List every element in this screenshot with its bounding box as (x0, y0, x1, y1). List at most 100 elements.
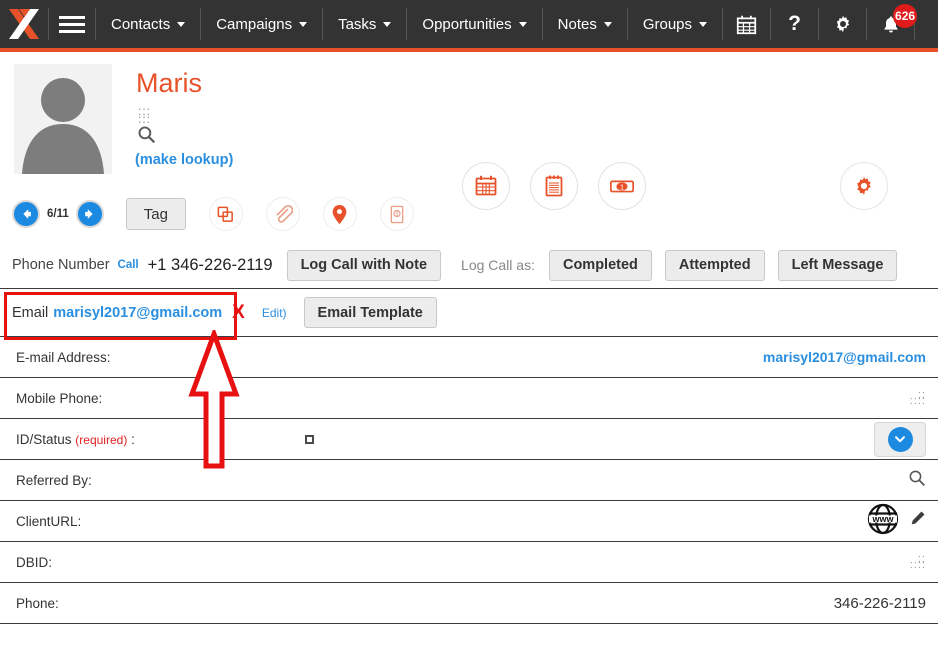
settings-gear-icon[interactable] (819, 0, 866, 48)
nav-item-campaigns[interactable]: Campaigns (201, 0, 322, 48)
chevron-down-icon (299, 22, 307, 27)
help-icon[interactable]: ? (771, 0, 818, 48)
field-row-id-status: ID/Status (required) : (0, 419, 938, 460)
paperclip-icon (273, 204, 293, 224)
field-row-phone: Phone: 346-226-2119 (0, 583, 938, 624)
avatar-silhouette-icon (14, 64, 112, 174)
chevron-down-icon (888, 427, 913, 452)
field-value-placeholder-dots[interactable]: :::::: (910, 392, 926, 404)
field-label: ID/Status (required) : (16, 432, 135, 447)
chevron-down-icon (177, 22, 185, 27)
field-label: ClientURL: (16, 514, 81, 529)
nav-item-tasks[interactable]: Tasks (323, 0, 406, 48)
svg-text:www: www (871, 514, 894, 524)
hamburger-bar (59, 23, 85, 26)
duplicate-contact-icon[interactable] (209, 197, 243, 231)
nav-item-groups[interactable]: Groups (628, 0, 722, 48)
nav-label: Tasks (338, 16, 376, 33)
www-globe-icon: www (867, 503, 899, 535)
field-value-email-address[interactable]: marisyl2017@gmail.com (763, 349, 926, 365)
chevron-down-icon (519, 22, 527, 27)
field-row-email-address: E-mail Address: marisyl2017@gmail.com (0, 337, 938, 378)
log-call-completed-button[interactable]: Completed (549, 250, 652, 281)
remove-email-icon[interactable]: X (232, 302, 245, 324)
nav-item-notes[interactable]: Notes (543, 0, 627, 48)
gear-glyph (833, 14, 853, 34)
record-counter: 6/11 (47, 208, 69, 220)
chevron-down-icon (383, 22, 391, 27)
attempted-label: Attempted (679, 257, 751, 273)
attach-file-icon[interactable] (266, 197, 300, 231)
field-label: E-mail Address: (16, 350, 111, 365)
email-address-link[interactable]: marisyl2017@gmail.com (53, 305, 222, 321)
arrow-right-icon (83, 207, 97, 221)
hamburger-menu-icon[interactable] (49, 0, 95, 48)
chevron-down-icon (604, 22, 612, 27)
keap-x-logo[interactable] (0, 0, 48, 48)
required-marker: (required) (75, 433, 127, 447)
nav-label: Notes (558, 16, 597, 33)
edit-email-link[interactable]: Edit) (262, 306, 287, 320)
referred-by-search-icon[interactable] (908, 469, 926, 492)
field-row-referred-by: Referred By: (0, 460, 938, 501)
search-icon[interactable] (137, 125, 156, 149)
call-link[interactable]: Call (118, 259, 139, 271)
pencil-icon (909, 510, 926, 527)
nav-label: Contacts (111, 16, 170, 33)
fax-document-icon[interactable] (380, 197, 414, 231)
phone-number-row: Phone Number Call +1 346-226-2119 Log Ca… (0, 242, 938, 289)
calendar-glyph (736, 14, 757, 35)
field-value-phone: 346-226-2119 (834, 595, 926, 612)
nav-label: Opportunities (422, 16, 511, 33)
field-label-text: ID/Status (16, 432, 72, 447)
next-record-button[interactable] (76, 200, 104, 228)
email-row: Email marisyl2017@gmail.com X Edit) Emai… (0, 289, 938, 337)
field-row-mobile-phone: Mobile Phone: :::::: (0, 378, 938, 419)
status-square-marker (305, 435, 314, 444)
contact-profile-header: Maris :::::: (make lookup) (0, 52, 938, 186)
keap-x-logo-icon (9, 8, 39, 40)
contact-avatar-placeholder[interactable] (14, 64, 112, 174)
field-label: DBID: (16, 555, 52, 570)
nav-label: Groups (643, 16, 692, 33)
phone-number-value: +1 346-226-2119 (148, 256, 273, 275)
top-navigation-bar: Contacts Campaigns Tasks Opportunities N… (0, 0, 938, 52)
chevron-down-glyph (893, 432, 907, 446)
map-location-icon[interactable] (323, 197, 357, 231)
contact-subtitle-placeholder: :::::: (138, 107, 154, 119)
hamburger-bar (59, 30, 85, 33)
arrow-left-icon (19, 207, 33, 221)
log-call-with-note-label: Log Call with Note (301, 257, 427, 273)
nav-label: Campaigns (216, 16, 292, 33)
tag-button-label: Tag (144, 206, 168, 223)
id-status-dropdown-button[interactable] (874, 422, 926, 457)
log-call-left-message-button[interactable]: Left Message (778, 250, 898, 281)
log-call-attempted-button[interactable]: Attempted (665, 250, 765, 281)
make-lookup-link[interactable]: (make lookup) (135, 152, 233, 168)
client-url-controls: www (867, 503, 926, 540)
record-navigation-row: 6/11 Tag (0, 186, 938, 242)
nav-item-contacts[interactable]: Contacts (96, 0, 200, 48)
document-icon (388, 205, 406, 224)
field-label: Mobile Phone: (16, 391, 102, 406)
edit-client-url-icon[interactable] (909, 510, 926, 532)
email-template-label: Email Template (318, 305, 423, 321)
notifications-bell-icon[interactable]: 626 (867, 0, 914, 48)
field-value-placeholder-dots[interactable]: :::::: (910, 556, 926, 568)
field-label: Phone: (16, 596, 59, 611)
email-label: Email (12, 305, 48, 321)
copy-icon (216, 205, 235, 224)
field-label-suffix: : (131, 432, 135, 447)
log-call-with-note-button[interactable]: Log Call with Note (287, 250, 441, 281)
website-globe-icon[interactable]: www (867, 503, 899, 540)
search-glyph (137, 125, 156, 144)
nav-item-opportunities[interactable]: Opportunities (407, 0, 541, 48)
contact-name: Maris (136, 68, 202, 99)
field-row-client-url: ClientURL: www (0, 501, 938, 542)
field-row-dbid: DBID: :::::: (0, 542, 938, 583)
left-message-label: Left Message (792, 257, 884, 273)
email-template-button[interactable]: Email Template (304, 297, 437, 328)
tag-button[interactable]: Tag (126, 198, 186, 230)
previous-record-button[interactable] (12, 200, 40, 228)
calendar-icon[interactable] (723, 0, 770, 48)
